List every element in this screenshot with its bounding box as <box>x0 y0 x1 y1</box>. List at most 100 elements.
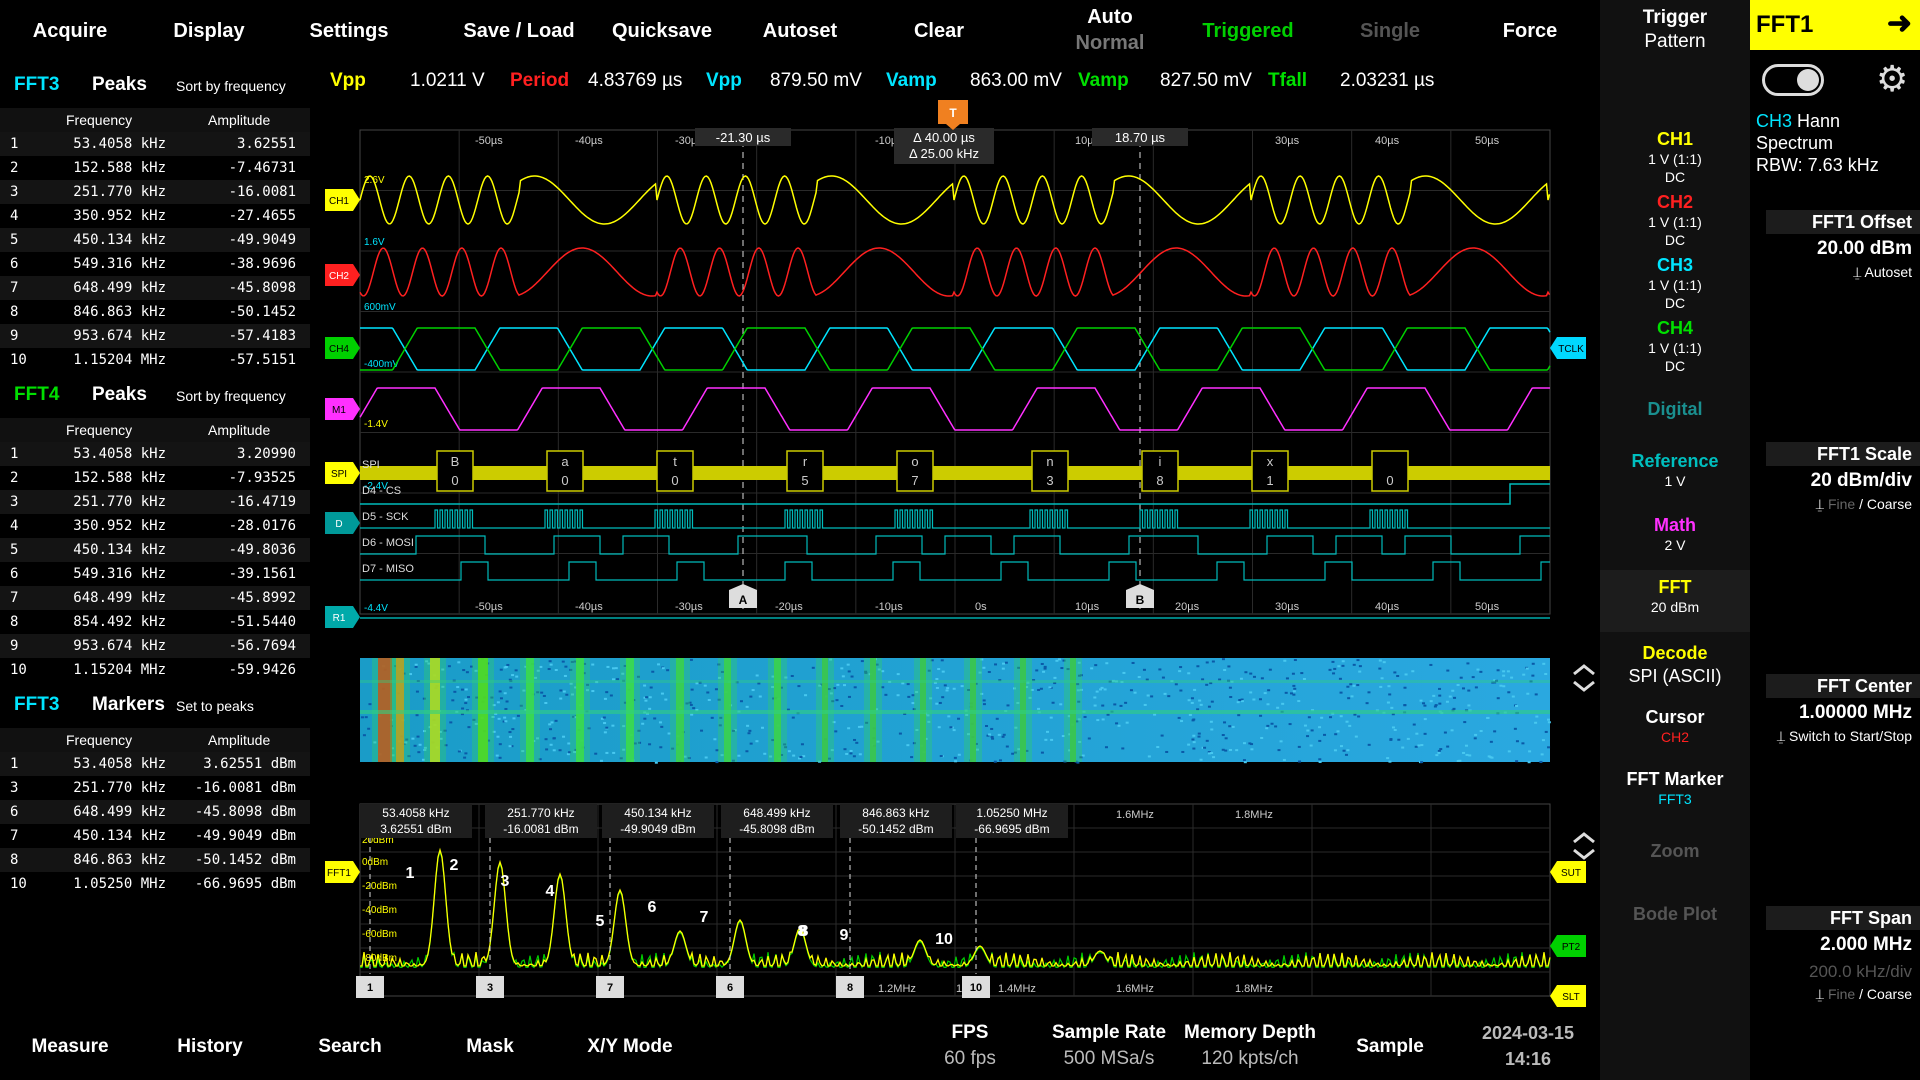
scale-coarse: Coarse <box>1867 496 1912 512</box>
table-row[interactable]: 3 251.770 kHz -16.0081 <box>0 180 310 204</box>
xy-mode-button[interactable]: X/Y Mode <box>570 1036 690 1058</box>
row-index: 3 <box>10 494 18 510</box>
trigger-mode-button[interactable]: Auto Normal <box>1050 4 1170 56</box>
spectrogram[interactable] <box>360 658 1551 764</box>
force-button[interactable]: Force <box>1470 20 1590 43</box>
fft-button[interactable]: FFT 20 dBm <box>1600 570 1750 632</box>
zoom-button[interactable]: Zoom <box>1600 840 1750 862</box>
table-row[interactable]: 6 549.316 kHz -39.1561 <box>0 562 310 586</box>
table-row[interactable]: 5 450.134 kHz -49.8036 <box>0 538 310 562</box>
table-row[interactable]: 1 53.4058 kHz 3.20990 <box>0 442 310 466</box>
save-load-button[interactable]: Save / Load <box>452 20 586 43</box>
table-row[interactable]: 6 549.316 kHz -38.9696 <box>0 252 310 276</box>
table-row[interactable]: 6 648.499 kHz -45.8098 dBm <box>0 800 310 824</box>
peaks-source[interactable]: FFT4 <box>14 384 59 406</box>
table-row[interactable]: 4 350.952 kHz -27.4655 <box>0 204 310 228</box>
row-index: 10 <box>10 352 27 368</box>
memory-depth-display[interactable]: Memory Depth 120 kpts/ch <box>1180 1020 1320 1072</box>
decode-button[interactable]: Decode SPI (ASCII) <box>1600 642 1750 688</box>
table-row[interactable]: 5 450.134 kHz -49.9049 <box>0 228 310 252</box>
sort-button[interactable]: Sort by frequency <box>176 78 286 94</box>
fft-span-value[interactable]: 2.000 MHz <box>1766 934 1920 956</box>
reference-button[interactable]: Reference 1 V <box>1600 450 1750 490</box>
measurement-label[interactable]: Tfall <box>1268 70 1307 92</box>
search-button[interactable]: Search <box>300 1036 400 1058</box>
single-button[interactable]: Single <box>1330 20 1450 43</box>
table-row[interactable]: 8 846.863 kHz -50.1452 <box>0 300 310 324</box>
table-row[interactable]: 9 953.674 kHz -57.4183 <box>0 324 310 348</box>
row-index: 1 <box>10 136 18 152</box>
settings-button[interactable]: Settings <box>296 20 402 43</box>
fft-span-label[interactable]: FFT Span <box>1766 906 1920 930</box>
table-row[interactable]: 7 648.499 kHz -45.8098 <box>0 276 310 300</box>
table-row[interactable]: 7 450.134 kHz -49.9049 dBm <box>0 824 310 848</box>
table-row[interactable]: 10 1.15204 MHz -59.9426 <box>0 658 310 682</box>
fft-enable-toggle[interactable] <box>1762 64 1824 96</box>
table-row[interactable]: 2 152.588 kHz -7.46731 <box>0 156 310 180</box>
peaks-source[interactable]: FFT3 <box>14 74 59 96</box>
peaks-source[interactable]: FFT3 <box>14 694 59 716</box>
fft-span-resolution[interactable]: ⍊ Fine / Coarse <box>1766 986 1920 1003</box>
sample-rate-display[interactable]: Sample Rate 500 MSa/s <box>1044 1020 1174 1072</box>
sort-button[interactable]: Set to peaks <box>176 698 254 714</box>
table-row[interactable]: 3 251.770 kHz -16.0081 dBm <box>0 776 310 800</box>
fft-marker-button[interactable]: FFT Marker FFT3 <box>1600 768 1750 808</box>
trigger-pattern-button[interactable]: Trigger Pattern <box>1600 6 1750 54</box>
row-index: 5 <box>10 232 18 248</box>
table-row[interactable]: 1 53.4058 kHz 3.62551 dBm <box>0 752 310 776</box>
sort-button[interactable]: Sort by frequency <box>176 388 286 404</box>
quicksave-button[interactable]: Quicksave <box>600 20 724 43</box>
math-scale: 2 V <box>1600 536 1750 554</box>
fft-center-value[interactable]: 1.00000 MHz <box>1766 702 1920 724</box>
display-button[interactable]: Display <box>156 20 262 43</box>
measurement-label[interactable]: Vamp <box>886 70 937 92</box>
fft-center-switch[interactable]: ⍊ Switch to Start/Stop <box>1766 728 1920 745</box>
measurement-label[interactable]: Vpp <box>330 70 366 92</box>
fft1-offset-value[interactable]: 20.00 dBm <box>1766 238 1920 260</box>
gear-icon[interactable]: ⚙ <box>1876 60 1908 98</box>
cursor-button[interactable]: Cursor CH2 <box>1600 706 1750 746</box>
autoset-button[interactable]: Autoset <box>746 20 854 43</box>
mask-button[interactable]: Mask <box>440 1036 540 1058</box>
bode-plot-button[interactable]: Bode Plot <box>1600 903 1750 925</box>
table-row[interactable]: 7 648.499 kHz -45.8992 <box>0 586 310 610</box>
fft-center-label[interactable]: FFT Center <box>1766 674 1920 698</box>
measurement-label[interactable]: Vpp <box>706 70 742 92</box>
channel-button-ch1[interactable]: CH1 1 V (1:1) DC <box>1600 128 1750 186</box>
fft1-scale-value[interactable]: 20 dBm/div <box>1766 470 1920 492</box>
db-tick: -40dBm <box>362 905 397 916</box>
fft1-scale-resolution[interactable]: ⍊ Fine / Coarse <box>1766 496 1920 513</box>
math-button[interactable]: Math 2 V <box>1600 514 1750 554</box>
history-button[interactable]: History <box>160 1036 260 1058</box>
fft1-header[interactable]: FFT1 ➜ <box>1750 0 1920 50</box>
table-row[interactable]: 8 846.863 kHz -50.1452 dBm <box>0 848 310 872</box>
table-row[interactable]: 9 953.674 kHz -56.7694 <box>0 634 310 658</box>
channel-label-text: CH2 <box>329 271 349 282</box>
acquire-button[interactable]: Acquire <box>18 20 122 43</box>
fft-source: CH3 <box>1756 111 1792 131</box>
arrow-right-icon[interactable]: ➜ <box>1887 6 1912 41</box>
table-row[interactable]: 3 251.770 kHz -16.4719 <box>0 490 310 514</box>
table-row[interactable]: 10 1.15204 MHz -57.5151 <box>0 348 310 372</box>
acquisition-mode-button[interactable]: Sample <box>1340 1036 1440 1058</box>
measurement-label[interactable]: Vamp <box>1078 70 1129 92</box>
channel-button-ch2[interactable]: CH2 1 V (1:1) DC <box>1600 191 1750 249</box>
fft1-offset-autoset[interactable]: ⍊ Autoset <box>1766 264 1920 281</box>
measure-button[interactable]: Measure <box>20 1036 120 1058</box>
measurement-label[interactable]: Period <box>510 70 569 92</box>
table-row[interactable]: 8 854.492 kHz -51.5440 <box>0 610 310 634</box>
clear-button[interactable]: Clear <box>884 20 994 43</box>
table-row[interactable]: 1 53.4058 kHz 3.62551 <box>0 132 310 156</box>
table-row[interactable]: 10 1.05250 MHz -66.9695 dBm <box>0 872 310 896</box>
fft1-offset-label[interactable]: FFT1 Offset <box>1766 210 1920 234</box>
expand-icon[interactable] <box>1574 834 1594 858</box>
digital-button[interactable]: Digital <box>1600 398 1750 420</box>
scope-display[interactable]: -50µs -40µs -30µs -10µs 10µs 30µs 40µs 50µs -50µ… <box>310 96 1600 1012</box>
table-row[interactable]: 2 152.588 kHz -7.93525 <box>0 466 310 490</box>
fft1-scale-label[interactable]: FFT1 Scale <box>1766 442 1920 466</box>
table-row[interactable]: 4 350.952 kHz -28.0176 <box>0 514 310 538</box>
channel-button-ch4[interactable]: CH4 1 V (1:1) DC <box>1600 317 1750 375</box>
channel-button-ch3[interactable]: CH3 1 V (1:1) DC <box>1600 254 1750 312</box>
row-frequency: 251.770 kHz <box>32 494 166 510</box>
expand-icon[interactable] <box>1574 666 1594 690</box>
